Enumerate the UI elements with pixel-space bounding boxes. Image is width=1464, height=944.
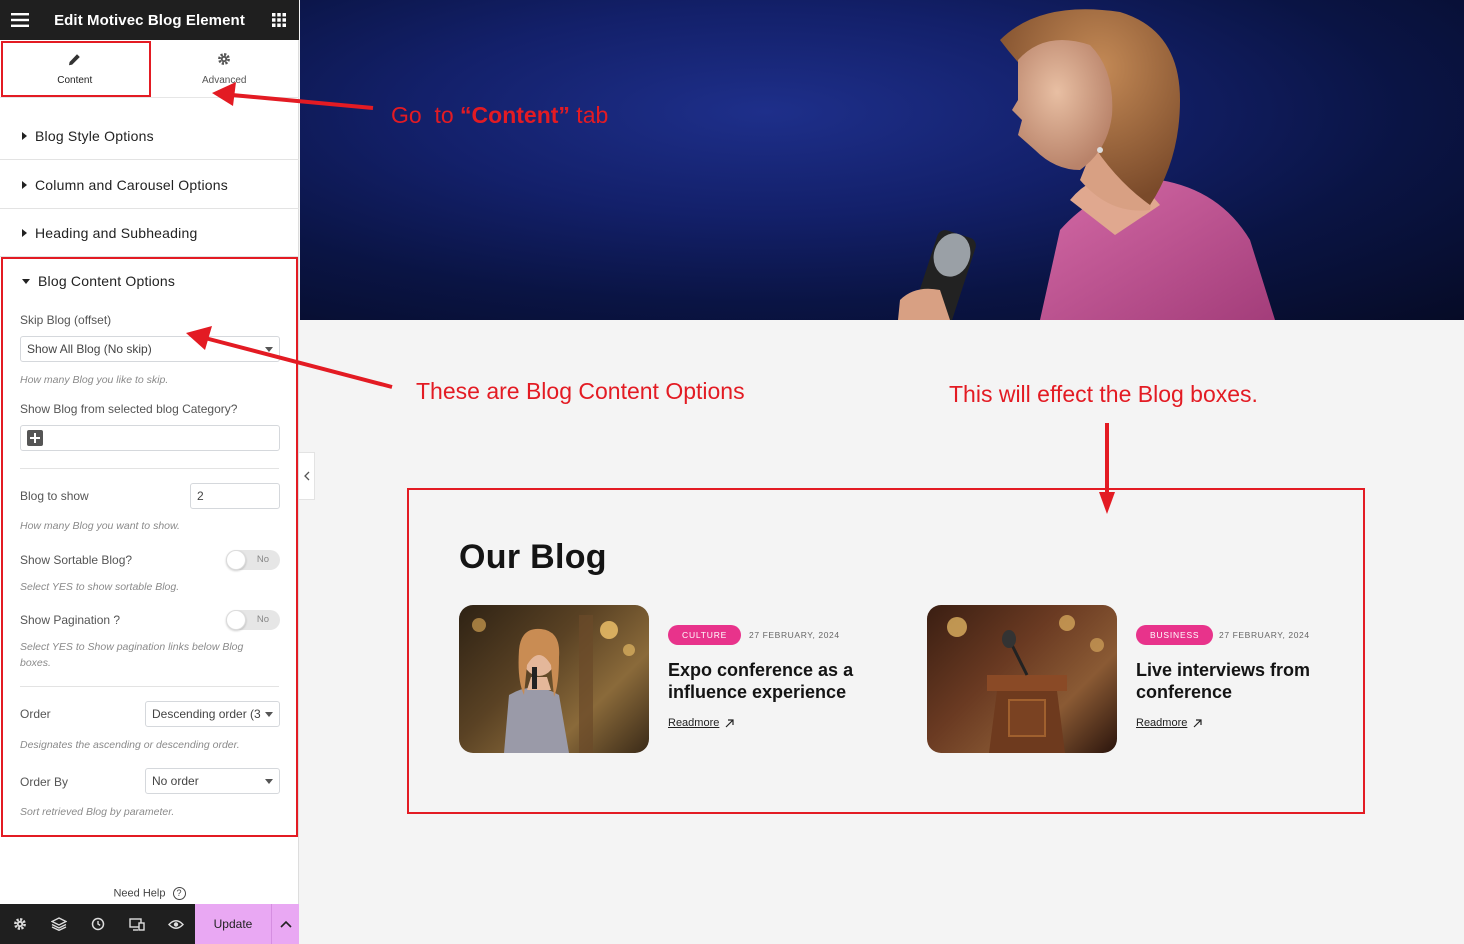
section-blog-style-options[interactable]: Blog Style Options (0, 112, 299, 160)
chevron-left-icon (303, 471, 309, 481)
post-title[interactable]: Expo conference as a influence experienc… (668, 659, 878, 703)
post-title[interactable]: Live interviews from conference (1136, 659, 1336, 703)
editor-header: Edit Motivec Blog Element (0, 0, 299, 40)
settings-icon[interactable] (0, 904, 39, 944)
update-button[interactable]: Update (195, 904, 271, 944)
podium-photo (947, 615, 1104, 753)
arrow-up-right-icon (725, 718, 734, 727)
readmore-label: Readmore (668, 717, 720, 729)
arrow-up-right-icon (1193, 718, 1202, 727)
annotation-text: tab (569, 102, 609, 128)
presenter-photo (472, 615, 635, 753)
history-icon[interactable] (78, 904, 117, 944)
annotation-text: Go to (391, 102, 461, 128)
menu-icon[interactable] (0, 0, 40, 40)
content-tab-highlight (1, 41, 151, 97)
hero-image (300, 0, 1464, 320)
blog-heading: Our Blog (459, 538, 607, 576)
caret-right-icon (22, 228, 27, 237)
content-tab-annotation: Go to “Content” tab (391, 102, 608, 129)
eye-icon[interactable] (156, 904, 195, 944)
page: Edit Motivec Blog Element Content Advanc… (0, 0, 1464, 944)
annotation-bold: “Content” (460, 102, 570, 128)
post-date: 27 FEBRUARY, 2024 (1219, 630, 1310, 640)
category-badge[interactable]: CULTURE (668, 625, 742, 645)
section-label: Heading and Subheading (35, 224, 198, 241)
editor-footer: Update (0, 904, 299, 944)
post-thumbnail[interactable] (927, 605, 1117, 753)
chevron-up-icon[interactable] (271, 904, 299, 944)
layers-icon[interactable] (39, 904, 78, 944)
readmore-link[interactable]: Readmore (1136, 717, 1202, 729)
section-heading-subheading[interactable]: Heading and Subheading (0, 209, 299, 257)
section-label: Blog Style Options (35, 127, 154, 144)
speaker-photo (898, 9, 1275, 320)
tab-advanced[interactable]: Advanced (150, 40, 300, 98)
help-icon: ? (172, 887, 186, 900)
effect-annotation: This will effect the Blog boxes. (949, 381, 1258, 407)
section-column-carousel-options[interactable]: Column and Carousel Options (0, 161, 299, 209)
editor-title: Edit Motivec Blog Element (54, 11, 245, 29)
need-help-link[interactable]: Need Help ? (0, 887, 299, 900)
gear-icon (217, 52, 231, 69)
post-date: 27 FEBRUARY, 2024 (749, 630, 840, 640)
readmore-link[interactable]: Readmore (668, 717, 734, 729)
responsive-icon[interactable] (117, 904, 156, 944)
need-help-label: Need Help (113, 887, 166, 900)
category-badge[interactable]: BUSINESS (1136, 625, 1214, 645)
apps-grid-icon[interactable] (259, 0, 299, 40)
content-options-highlight (1, 257, 298, 837)
tab-advanced-label: Advanced (202, 75, 247, 86)
collapse-panel-handle[interactable] (299, 452, 315, 500)
readmore-label: Readmore (1136, 717, 1188, 729)
post-thumbnail[interactable] (459, 605, 649, 753)
caret-right-icon (22, 131, 27, 140)
content-options-annotation: These are Blog Content Options (416, 378, 745, 404)
caret-right-icon (22, 180, 27, 189)
section-label: Column and Carousel Options (35, 176, 228, 193)
